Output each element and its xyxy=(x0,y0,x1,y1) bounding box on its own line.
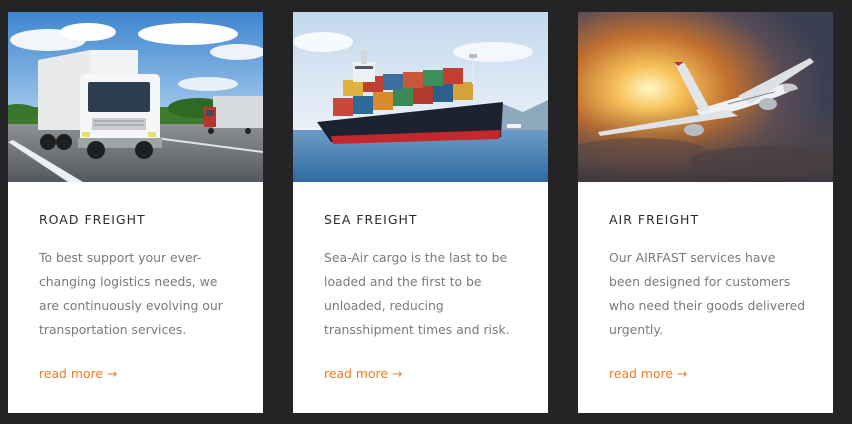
card-description: To best support your ever- changing logi… xyxy=(39,246,239,342)
card-title: ROAD FREIGHT xyxy=(39,212,146,227)
card-description-line: Our AIRFAST services have xyxy=(609,250,776,265)
card-title: AIR FREIGHT xyxy=(609,212,700,227)
read-more-link[interactable]: read more → xyxy=(324,366,402,381)
card-description: Sea-Air cargo is the last to be loaded a… xyxy=(324,246,524,342)
card-description-line: Sea-Air cargo is the last to be xyxy=(324,250,508,265)
service-card-sea-freight: SEA FREIGHT Sea-Air cargo is the last to… xyxy=(293,12,548,413)
arrow-right-icon: → xyxy=(106,366,118,381)
sea-freight-container-ship-photo[interactable] xyxy=(293,12,548,182)
card-description-line: transshipment times and risk. xyxy=(324,322,510,337)
arrow-right-icon: → xyxy=(391,366,403,381)
service-card-road-freight: ROAD FREIGHT To best support your ever- … xyxy=(8,12,263,413)
card-description-line: been designed for customers xyxy=(609,274,791,289)
card-description: Our AIRFAST services have been designed … xyxy=(609,246,809,342)
read-more-link[interactable]: read more → xyxy=(39,366,117,381)
read-more-label: read more xyxy=(39,366,103,381)
read-more-label: read more xyxy=(609,366,673,381)
arrow-right-icon: → xyxy=(676,366,688,381)
card-description-line: To best support your ever- xyxy=(39,250,202,265)
service-card-air-freight: AIR FREIGHT Our AIRFAST services have be… xyxy=(578,12,833,413)
card-description-line: changing logistics needs, we xyxy=(39,274,218,289)
card-description-line: transportation services. xyxy=(39,322,187,337)
card-description-line: are continuously evolving our xyxy=(39,298,223,313)
card-description-line: who need their goods delivered xyxy=(609,298,806,313)
read-more-link[interactable]: read more → xyxy=(609,366,687,381)
air-freight-airplane-photo[interactable] xyxy=(578,12,833,182)
card-description-line: unloaded, reducing xyxy=(324,298,444,313)
read-more-label: read more xyxy=(324,366,388,381)
card-description-line: urgently. xyxy=(609,322,663,337)
road-freight-truck-photo[interactable] xyxy=(8,12,263,182)
card-description-line: loaded and the first to be xyxy=(324,274,482,289)
card-title: SEA FREIGHT xyxy=(324,212,418,227)
